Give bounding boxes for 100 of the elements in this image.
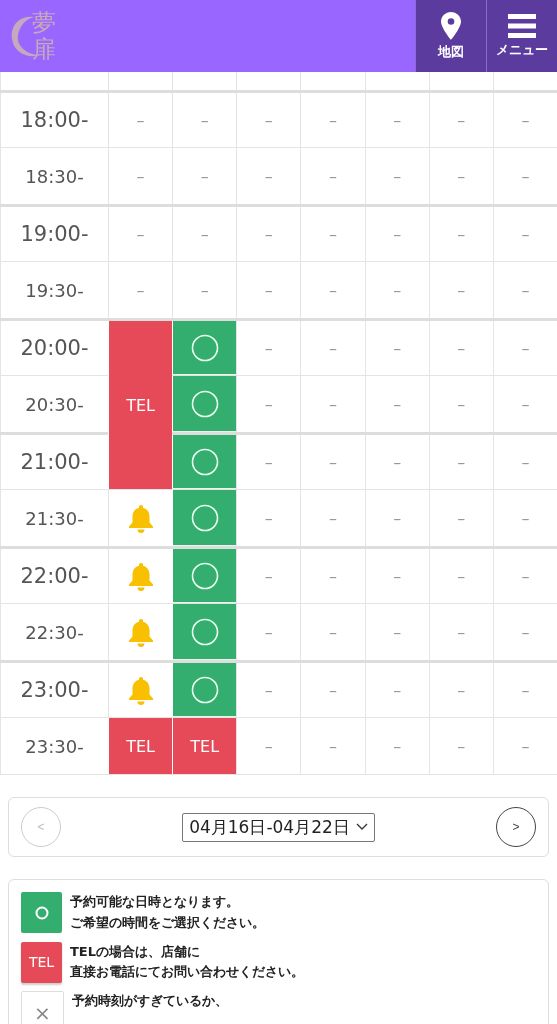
unavailable-mark: – [457, 110, 466, 130]
unavailable-mark: – [393, 338, 402, 358]
unavailable-mark: – [393, 680, 402, 700]
tel-slot[interactable]: TEL [108, 376, 173, 435]
circle-icon [34, 905, 49, 920]
circle-icon [190, 617, 219, 646]
available-slot[interactable] [172, 321, 237, 375]
map-button[interactable]: 地図 [415, 0, 486, 72]
available-slot[interactable] [172, 376, 237, 432]
unavailable-mark: – [264, 338, 273, 358]
time-label: 22:30- [0, 604, 108, 660]
unavailable-mark: – [393, 224, 402, 244]
unavailable-mark: – [264, 452, 273, 472]
unavailable-mark: – [393, 166, 402, 186]
unavailable-mark: – [457, 394, 466, 414]
unavailable-mark: – [329, 680, 337, 700]
unavailable-mark: – [521, 622, 530, 642]
time-label: 19:00- [0, 207, 108, 261]
tel-slot[interactable]: TEL [108, 718, 173, 774]
circle-icon [190, 389, 219, 418]
logo-text: 夢扉 [32, 9, 56, 63]
menu-button[interactable]: メニュー [486, 0, 557, 72]
legend-text: 予約時刻がすぎているか、 [72, 992, 228, 1011]
unavailable-mark: – [200, 110, 209, 130]
unavailable-mark: – [264, 280, 273, 300]
tel-slot[interactable] [108, 435, 173, 489]
closed-swatch: × [21, 991, 64, 1024]
unavailable-mark: – [521, 680, 530, 700]
time-label: 18:30- [0, 148, 108, 204]
unavailable-mark: – [264, 224, 273, 244]
unavailable-mark: – [457, 224, 466, 244]
circle-icon [190, 447, 219, 476]
unavailable-mark: – [264, 566, 273, 586]
unavailable-mark: – [200, 166, 209, 186]
unavailable-mark: – [200, 280, 209, 300]
unavailable-mark: – [136, 166, 145, 186]
unavailable-mark: – [457, 622, 466, 642]
unavailable-mark: – [521, 736, 530, 756]
available-slot[interactable] [172, 490, 237, 546]
unavailable-mark: – [329, 110, 337, 130]
unavailable-mark: – [329, 338, 337, 358]
next-week-button[interactable]: > [496, 807, 536, 847]
unavailable-mark: – [329, 280, 337, 300]
week-select[interactable]: 04月16日-04月22日 [182, 812, 375, 842]
unavailable-mark: – [521, 452, 530, 472]
unavailable-mark: – [393, 508, 402, 528]
unavailable-mark: – [329, 224, 337, 244]
tel-slot[interactable] [108, 321, 173, 378]
unavailable-mark: – [393, 622, 402, 642]
time-label: 23:00- [0, 663, 108, 717]
unavailable-mark: – [457, 166, 466, 186]
unavailable-mark: – [521, 110, 530, 130]
circle-icon [190, 561, 219, 590]
available-slot[interactable] [172, 435, 237, 489]
unavailable-mark: – [521, 338, 530, 358]
unavailable-mark: – [457, 508, 466, 528]
menu-icon [508, 13, 536, 38]
unavailable-mark: – [521, 166, 530, 186]
available-slot[interactable] [172, 663, 237, 717]
circle-icon [190, 333, 219, 362]
unavailable-mark: – [200, 224, 209, 244]
unavailable-mark: – [457, 338, 466, 358]
unavailable-mark: – [264, 736, 273, 756]
available-slot[interactable] [172, 549, 237, 603]
time-label: 22:00- [0, 549, 108, 603]
unavailable-mark: – [136, 110, 145, 130]
unavailable-mark: – [393, 452, 402, 472]
unavailable-mark: – [457, 736, 466, 756]
bell-icon [126, 675, 155, 705]
unavailable-mark: – [521, 280, 530, 300]
unavailable-mark: – [393, 110, 402, 130]
unavailable-mark: – [457, 280, 466, 300]
available-slot[interactable] [172, 604, 237, 660]
unavailable-mark: – [393, 736, 402, 756]
time-label: 19:30- [0, 262, 108, 318]
unavailable-mark: – [264, 110, 273, 130]
unavailable-mark: – [136, 280, 145, 300]
chevron-down-icon [355, 823, 368, 831]
unavailable-mark: – [264, 622, 273, 642]
unavailable-mark: – [521, 508, 530, 528]
tel-slot[interactable]: TEL [172, 718, 237, 774]
bell-icon [126, 561, 155, 591]
unavailable-mark: – [393, 566, 402, 586]
unavailable-mark: – [457, 566, 466, 586]
unavailable-mark: – [329, 622, 337, 642]
time-label: 18:00- [0, 93, 108, 147]
legend-text: 予約可能な日時となります。 ご希望の時間をご選択ください。 [70, 893, 265, 932]
unavailable-mark: – [136, 224, 145, 244]
unavailable-mark: – [521, 224, 530, 244]
unavailable-mark: – [457, 452, 466, 472]
unavailable-mark: – [329, 508, 337, 528]
bell-icon [126, 503, 155, 533]
unavailable-mark: – [264, 680, 273, 700]
bell-icon [126, 617, 155, 647]
map-pin-icon [441, 11, 461, 40]
unavailable-mark: – [329, 736, 337, 756]
time-label: 21:30- [0, 490, 108, 546]
unavailable-mark: – [393, 280, 402, 300]
unavailable-mark: – [521, 566, 530, 586]
circle-icon [190, 675, 219, 704]
